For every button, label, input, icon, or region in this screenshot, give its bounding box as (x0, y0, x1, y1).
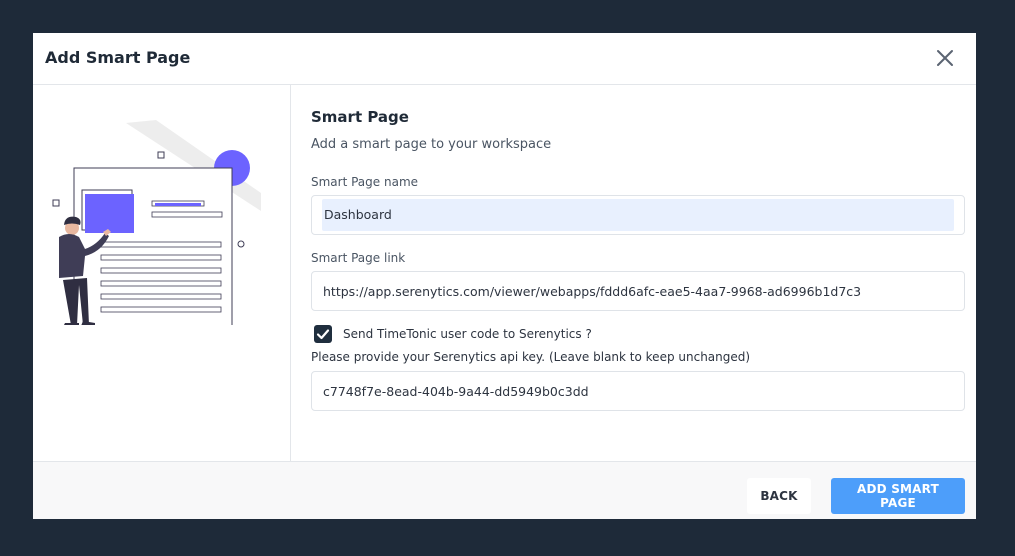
smart-page-link-input[interactable] (311, 271, 965, 311)
dialog-title: Add Smart Page (45, 48, 191, 67)
add-smart-page-dialog: Add Smart Page Smart Page Add a smart pa… (33, 33, 976, 519)
smart-page-link-label: Smart Page link (311, 251, 406, 265)
smart-page-name-value: Dashboard (322, 199, 954, 231)
smart-page-name-input[interactable]: Dashboard (311, 195, 965, 235)
checkmark-icon (316, 329, 330, 340)
add-smart-page-button[interactable]: ADD SMART PAGE (831, 478, 965, 514)
section-subtitle: Add a smart page to your workspace (311, 137, 552, 152)
back-button[interactable]: BACK (747, 478, 811, 514)
close-button[interactable] (934, 47, 956, 69)
section-title: Smart Page (311, 108, 409, 126)
api-key-input[interactable] (311, 371, 965, 411)
dialog-footer: BACK ADD SMART PAGE (33, 461, 976, 519)
api-key-hint: Please provide your Serenytics api key. … (311, 350, 751, 364)
close-icon (937, 50, 953, 66)
form-panel: Smart Page Add a smart page to your work… (311, 85, 965, 461)
person-with-document-illustration (52, 120, 261, 325)
send-user-code-label: Send TimeTonic user code to Serenytics ? (343, 327, 592, 341)
send-user-code-checkbox[interactable] (314, 325, 332, 343)
dialog-header: Add Smart Page (33, 33, 976, 85)
smart-page-name-label: Smart Page name (311, 175, 419, 189)
illustration-panel (33, 85, 291, 461)
